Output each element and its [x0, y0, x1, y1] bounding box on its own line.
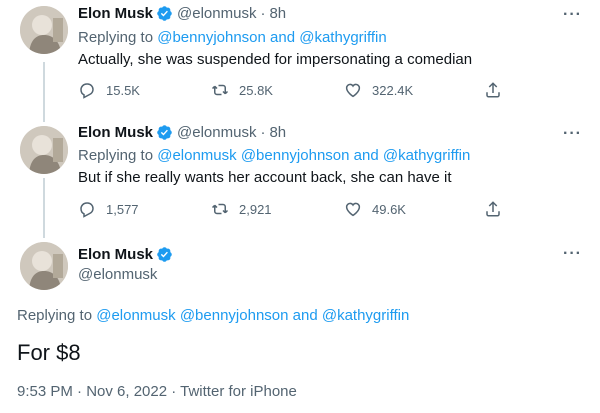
tweet-time[interactable]: 8h — [269, 5, 286, 22]
main-tweet-text: For $8 — [17, 340, 81, 365]
mention-link[interactable]: @bennyjohnson — [180, 307, 289, 324]
replying-to: Replying to @bennyjohnson and @kathygrif… — [78, 29, 387, 46]
mention-link[interactable]: @elonmusk — [96, 307, 175, 324]
like-count: 49.6K — [372, 201, 406, 217]
share-button[interactable] — [484, 200, 512, 218]
share-icon — [486, 201, 500, 217]
replying-prefix: Replying to — [17, 307, 93, 324]
mention-link[interactable]: @kathygriffin — [322, 307, 410, 324]
like-button[interactable]: 322.4K — [344, 81, 413, 99]
author-name[interactable]: Elon Musk — [78, 246, 153, 263]
replying-to: Replying to @elonmusk @bennyjohnson and … — [17, 307, 409, 324]
reply-button[interactable]: 15.5K — [78, 81, 140, 99]
retweet-count: 25.8K — [239, 82, 273, 98]
author-handle[interactable]: @elonmusk — [177, 5, 256, 22]
heart-icon — [345, 202, 361, 217]
more-options-icon[interactable]: ··· — [563, 246, 582, 262]
mention-link[interactable]: @elonmusk — [157, 147, 236, 164]
mention-and[interactable]: and — [293, 307, 318, 324]
avatar-icon[interactable] — [20, 242, 68, 290]
tweet-timestamp[interactable]: 9:53 PM · Nov 6, 2022 · Twitter for iPho… — [17, 383, 297, 400]
verified-badge-icon — [156, 124, 173, 141]
main-author-row: Elon Musk — [78, 246, 173, 263]
mention-link[interactable]: @kathygriffin — [383, 147, 471, 164]
tweet-actions: 1,577 2,921 49.6K — [78, 200, 508, 220]
tweet-header: Elon Musk @elonmusk · 8h — [78, 5, 286, 22]
tweet-2[interactable]: Elon Musk @elonmusk · 8h ··· Replying to… — [0, 120, 600, 240]
mention-link[interactable]: @kathygriffin — [299, 29, 387, 46]
mention-and[interactable]: and — [270, 29, 295, 46]
author-handle[interactable]: @elonmusk — [177, 124, 256, 141]
reply-icon — [80, 202, 94, 218]
author-name[interactable]: Elon Musk — [78, 5, 153, 22]
avatar-icon[interactable] — [20, 126, 68, 174]
avatar-icon[interactable] — [20, 6, 68, 54]
more-options-icon[interactable]: ··· — [563, 126, 582, 142]
replying-prefix: Replying to — [78, 29, 154, 46]
heart-icon — [345, 83, 361, 98]
separator-dot: · — [260, 5, 266, 22]
tweet-header: Elon Musk @elonmusk · 8h — [78, 124, 286, 141]
replying-to: Replying to @elonmusk @bennyjohnson and … — [78, 147, 470, 164]
like-button[interactable]: 49.6K — [344, 200, 406, 218]
replying-prefix: Replying to — [78, 147, 154, 164]
author-handle[interactable]: @elonmusk — [78, 266, 157, 283]
tweet-text: But if she really wants her account back… — [78, 169, 452, 186]
retweet-button[interactable]: 25.8K — [211, 81, 273, 99]
tweet-actions: 15.5K 25.8K 322.4K — [78, 81, 508, 101]
retweet-button[interactable]: 2,921 — [211, 200, 272, 218]
tweet-1[interactable]: Elon Musk @elonmusk · 8h ··· Replying to… — [0, 0, 600, 120]
tweet-time[interactable]: 8h — [269, 124, 286, 141]
share-icon — [486, 82, 500, 98]
retweet-icon — [211, 203, 229, 215]
verified-badge-icon — [156, 246, 173, 263]
author-name[interactable]: Elon Musk — [78, 124, 153, 141]
share-button[interactable] — [484, 81, 512, 99]
tweet-text: Actually, she was suspended for imperson… — [78, 51, 473, 68]
like-count: 322.4K — [372, 82, 414, 98]
separator-dot: · — [260, 124, 266, 141]
reply-icon — [80, 83, 94, 99]
mention-link[interactable]: @bennyjohnson — [241, 147, 350, 164]
reply-count: 15.5K — [106, 82, 140, 98]
mention-and[interactable]: and — [354, 147, 379, 164]
retweet-count: 2,921 — [239, 201, 272, 217]
more-options-icon[interactable]: ··· — [563, 7, 582, 23]
reply-count: 1,577 — [106, 201, 139, 217]
verified-badge-icon — [156, 5, 173, 22]
mention-link[interactable]: @bennyjohnson — [157, 29, 266, 46]
reply-button[interactable]: 1,577 — [78, 200, 139, 218]
retweet-icon — [211, 84, 229, 96]
